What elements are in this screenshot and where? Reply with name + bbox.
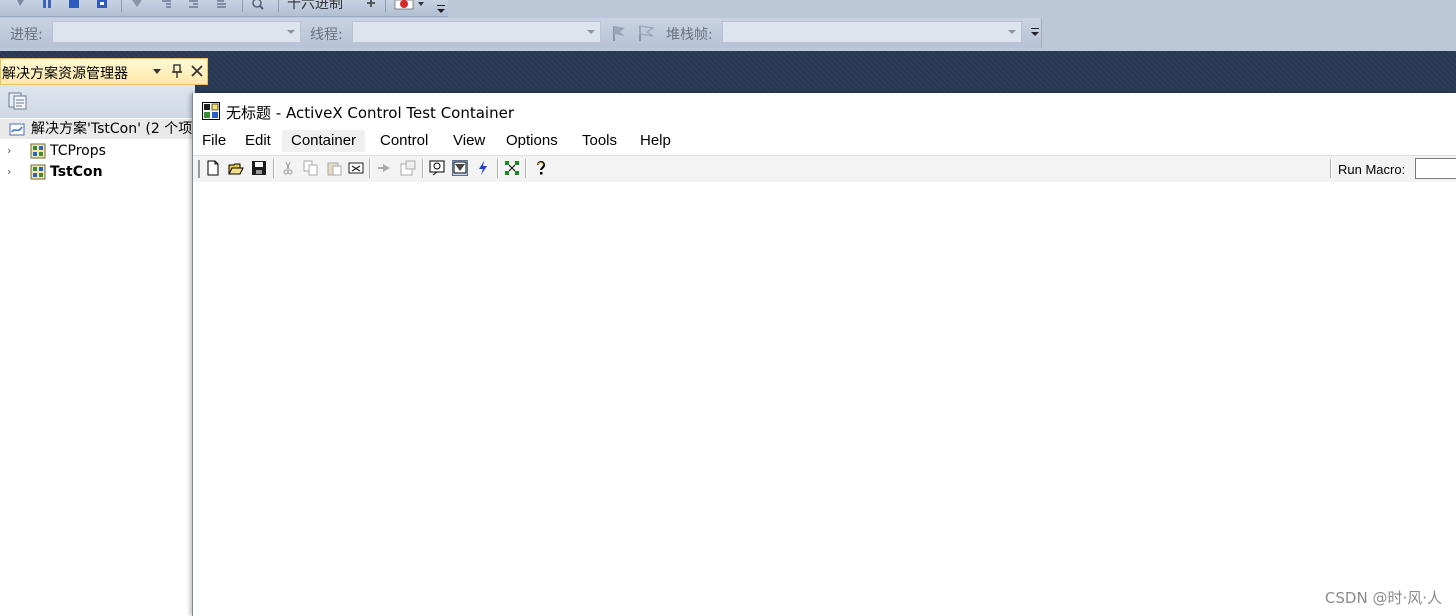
tree-solution-node[interactable]: 解决方案'TstCon' (2 个项目)	[0, 119, 212, 139]
breakpoint-icon[interactable]	[394, 0, 428, 12]
window-title: 无标题 - ActiveX Control Test Container	[226, 104, 514, 122]
menu-tools[interactable]: Tools	[573, 130, 626, 152]
vs-debug-location-strip: 进程: 线程: 堆栈帧:	[0, 18, 1042, 48]
menu-bar: File Edit Container Control View Options…	[193, 128, 1456, 154]
chevron-right-icon[interactable]: ›	[7, 162, 11, 182]
run-macro-label: Run Macro:	[1338, 162, 1406, 177]
chevron-down-icon	[587, 30, 595, 34]
tree-project-node[interactable]: › TstCon	[0, 162, 195, 182]
tree-project-label: TCProps	[50, 143, 106, 159]
invoke-methods-icon[interactable]	[377, 160, 393, 176]
step-out-icon[interactable]	[215, 0, 229, 10]
menu-file[interactable]: File	[193, 130, 235, 152]
stop-icon[interactable]	[67, 0, 81, 10]
toolbar-separator	[385, 0, 386, 12]
vs-document-well	[0, 51, 1456, 93]
activex-test-container-window: 无标题 - ActiveX Control Test Container Fil…	[192, 93, 1456, 616]
help-icon[interactable]	[533, 160, 549, 176]
tree-solution-label: 解决方案'TstCon' (2 个项目)	[31, 121, 212, 137]
stackframe-label: 堆栈帧:	[666, 27, 713, 43]
menu-help[interactable]: Help	[631, 130, 680, 152]
run-macro-combo[interactable]	[1415, 158, 1456, 179]
thread-combo[interactable]	[352, 21, 601, 43]
window-titlebar[interactable]: 无标题 - ActiveX Control Test Container	[193, 93, 1456, 127]
app-icon[interactable]	[202, 102, 220, 120]
process-label: 进程:	[10, 27, 43, 43]
flag-icon[interactable]	[611, 24, 629, 42]
solution-explorer-toolbar	[0, 85, 195, 118]
project-icon	[30, 143, 46, 159]
solution-icon	[9, 123, 25, 136]
window-position-dropdown-icon[interactable]	[152, 68, 162, 76]
hex-display-icon[interactable]	[364, 0, 378, 10]
chevron-down-icon	[1008, 30, 1016, 34]
properties-icon[interactable]	[8, 92, 28, 110]
toolbar-separator	[1330, 159, 1332, 178]
paste-icon[interactable]	[326, 160, 342, 176]
insert-control-icon[interactable]	[452, 160, 468, 176]
toolbar-separator	[121, 0, 122, 12]
properties-icon[interactable]	[400, 160, 416, 176]
thread-label: 线程:	[310, 27, 343, 43]
toolbar-separator	[369, 159, 371, 178]
menu-edit[interactable]: Edit	[236, 130, 280, 152]
menu-options[interactable]: Options	[497, 130, 567, 152]
stackframe-combo[interactable]	[722, 21, 1022, 43]
pause-icon[interactable]	[40, 0, 54, 10]
toolbar-overflow-icon[interactable]	[436, 3, 446, 15]
menu-control[interactable]: Control	[371, 130, 437, 152]
step-over-icon[interactable]	[187, 0, 201, 10]
events-icon[interactable]	[475, 160, 491, 176]
chevron-right-icon[interactable]: ›	[7, 141, 11, 161]
solution-explorer-panel: 解决方案'TstCon' (2 个项目) › TCProps › TstCon	[0, 85, 212, 616]
container-client-area[interactable]	[193, 182, 1456, 616]
play-icon[interactable]	[13, 0, 27, 10]
close-icon[interactable]	[191, 65, 203, 77]
chevron-down-icon	[287, 30, 295, 34]
cut-icon[interactable]	[280, 160, 296, 176]
menu-container[interactable]: Container	[282, 130, 366, 152]
delete-icon[interactable]	[348, 160, 364, 176]
toolbar-separator	[497, 159, 499, 178]
pin-icon[interactable]	[171, 64, 183, 79]
step-into-icon[interactable]	[160, 0, 174, 10]
toolbar-overflow-icon[interactable]	[1031, 26, 1039, 38]
process-combo[interactable]	[52, 21, 301, 43]
restart-icon[interactable]	[95, 0, 109, 10]
toolbar-separator	[422, 159, 424, 178]
reflect-icon[interactable]	[504, 160, 520, 176]
open-icon[interactable]	[228, 160, 244, 176]
toolbar-separator	[525, 159, 527, 178]
save-icon[interactable]	[251, 160, 267, 176]
copy-icon[interactable]	[303, 160, 319, 176]
vs-debug-toolbar: 十六进制	[0, 0, 1456, 18]
standard-toolbar: Run Macro:	[193, 155, 1456, 183]
watermark: CSDN @时·风·人	[1324, 589, 1442, 607]
quick-watch-icon[interactable]	[251, 0, 265, 10]
new-icon[interactable]	[205, 160, 221, 176]
toolbar-separator	[278, 0, 279, 12]
solution-explorer-tab[interactable]: 解决方案资源管理器	[0, 58, 208, 85]
toolbar-separator	[242, 0, 243, 12]
tree-project-node[interactable]: › TCProps	[0, 141, 195, 161]
tree-project-label-startup: TstCon	[50, 164, 103, 180]
project-icon	[30, 164, 46, 180]
menu-view[interactable]: View	[444, 130, 494, 152]
solution-explorer-title: 解决方案资源管理器	[2, 66, 128, 82]
vs-debug-location-toolbar: 进程: 线程: 堆栈帧:	[0, 18, 1456, 51]
toolbar-grip[interactable]	[198, 159, 201, 179]
hex-display-label[interactable]: 十六进制	[287, 0, 343, 13]
show-next-statement-icon[interactable]	[130, 0, 144, 10]
vs-debug-toolbar-strip: 十六进制	[0, 0, 448, 17]
flag-all-threads-icon[interactable]	[637, 24, 657, 42]
draw-metafile-icon[interactable]	[429, 160, 445, 176]
toolbar-separator	[273, 159, 275, 178]
